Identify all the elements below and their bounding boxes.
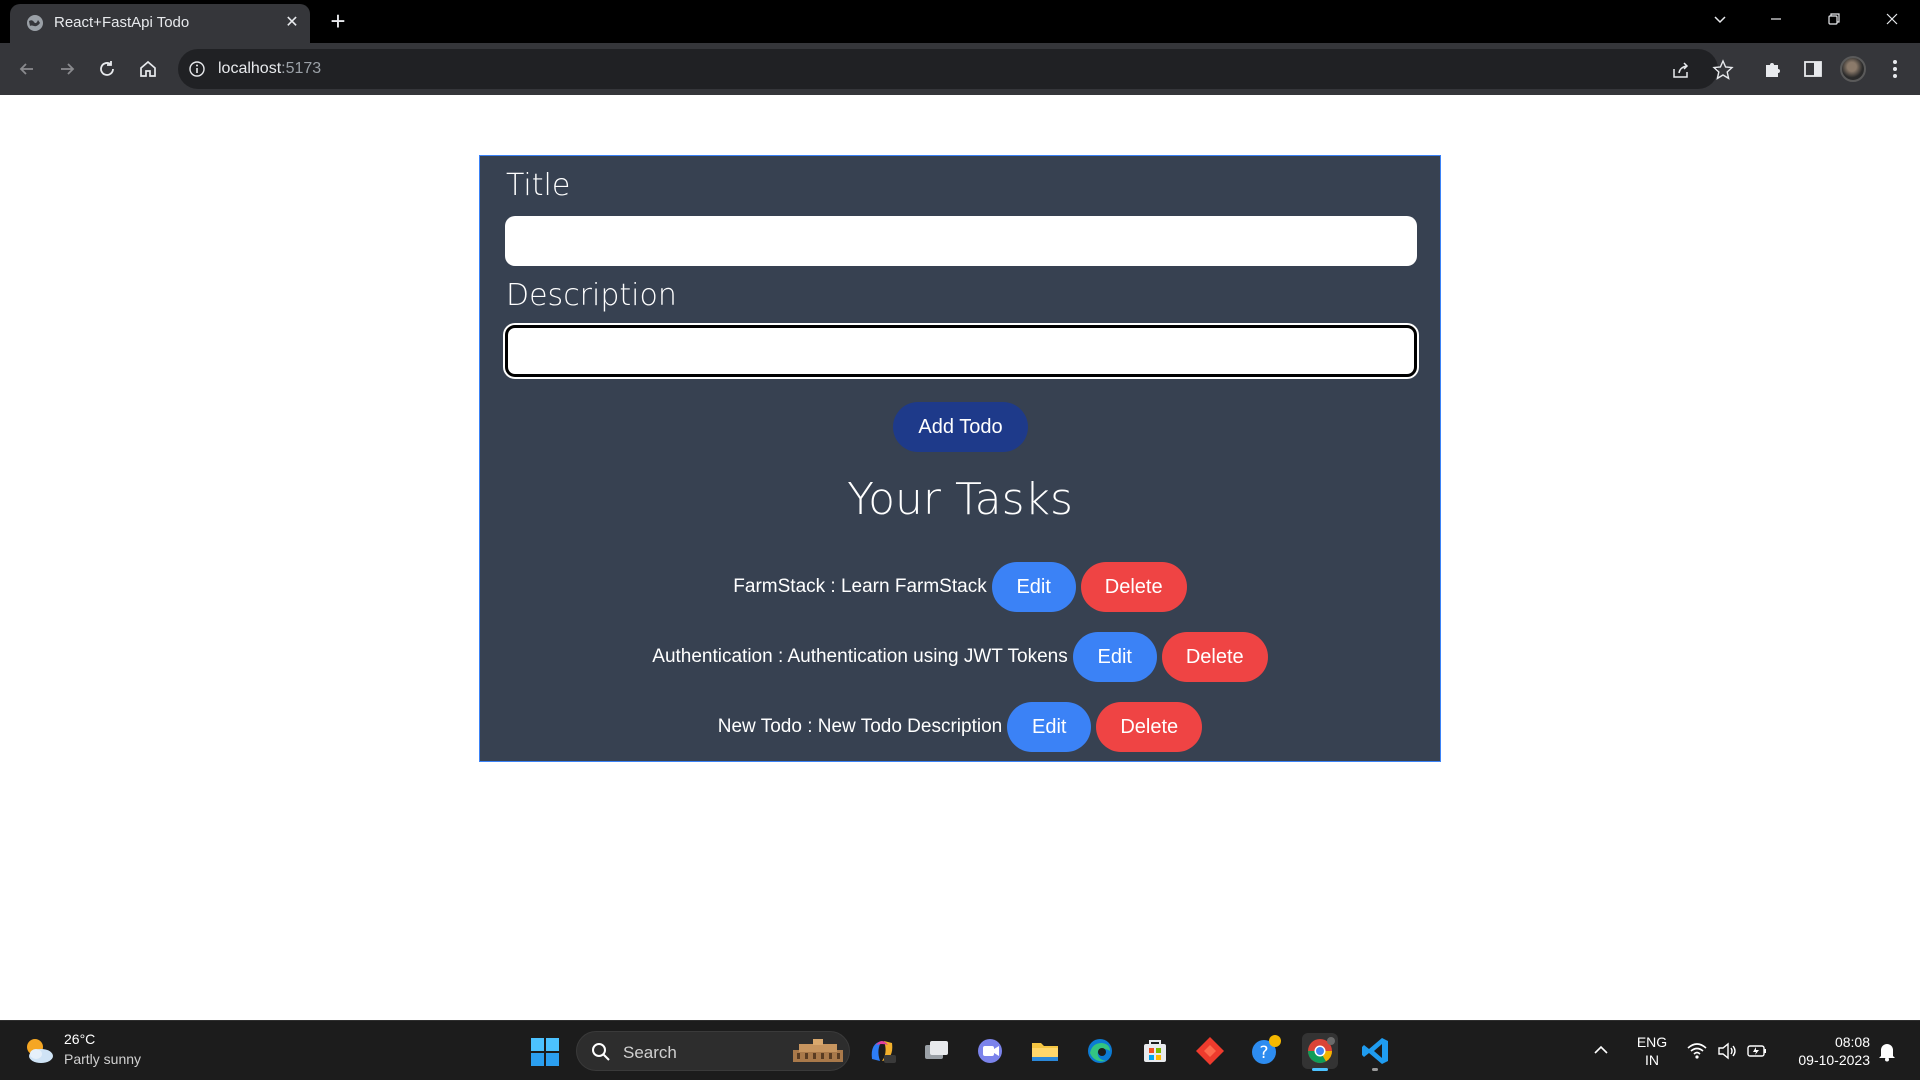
edit-button[interactable]: Edit — [1007, 702, 1092, 752]
chrome-icon[interactable] — [1302, 1033, 1338, 1071]
windows-taskbar: 26°C Partly sunny Search ? ENG IN 08:08 … — [0, 1020, 1920, 1080]
close-tab-icon[interactable]: ✕ — [280, 11, 304, 35]
anydesk-icon[interactable] — [1192, 1033, 1228, 1069]
tab-search-chevron-icon[interactable] — [1692, 0, 1748, 38]
language-indicator[interactable]: ENG IN — [1632, 1033, 1672, 1069]
search-highlight-icon — [793, 1039, 843, 1062]
vscode-icon[interactable] — [1357, 1033, 1393, 1071]
forward-arrow-icon[interactable] — [53, 55, 81, 83]
minimize-icon[interactable] — [1748, 0, 1804, 38]
close-window-icon[interactable] — [1864, 0, 1920, 38]
address-bar[interactable]: localhost:5173 — [178, 49, 1718, 89]
task-row: New Todo : New Todo Description Edit Del… — [480, 701, 1440, 753]
delete-button[interactable]: Delete — [1080, 562, 1187, 612]
volume-icon[interactable] — [1716, 1040, 1738, 1062]
get-help-icon[interactable]: ? — [1247, 1033, 1283, 1069]
clock-time: 08:08 — [1834, 1034, 1870, 1050]
microsoft-store-icon[interactable] — [1137, 1033, 1173, 1069]
edit-button[interactable]: Edit — [991, 562, 1076, 612]
add-todo-button[interactable]: Add Todo — [893, 402, 1028, 452]
wifi-icon[interactable] — [1686, 1040, 1708, 1062]
weather-temperature[interactable]: 26°C — [64, 1031, 95, 1047]
show-hidden-icons-chevron-icon[interactable] — [1590, 1039, 1612, 1061]
clock-date: 09-10-2023 — [1798, 1052, 1870, 1068]
browser-tab-strip: React+FastApi Todo ✕ + — [0, 0, 1920, 43]
kebab-menu-icon[interactable] — [1884, 58, 1906, 80]
home-icon[interactable] — [134, 55, 162, 83]
title-input[interactable] — [505, 216, 1417, 266]
browser-tab[interactable]: React+FastApi Todo ✕ — [10, 4, 310, 43]
reload-icon[interactable] — [93, 55, 121, 83]
system-clock[interactable]: 08:08 09-10-2023 — [1778, 1033, 1870, 1069]
region-code: IN — [1645, 1052, 1659, 1068]
profile-avatar[interactable] — [1840, 56, 1866, 82]
notification-bell-icon[interactable] — [1876, 1040, 1898, 1062]
active-app-indicator — [1312, 1068, 1328, 1071]
task-row: FarmStack : Learn FarmStack Edit Delete — [480, 561, 1440, 613]
task-view-icon[interactable] — [918, 1033, 954, 1069]
browser-toolbar: localhost:5173 — [0, 43, 1920, 95]
bookmark-star-icon[interactable] — [1712, 59, 1734, 81]
teams-chat-icon[interactable] — [972, 1033, 1008, 1069]
task-row: Authentication : Authentication using JW… — [480, 631, 1440, 683]
extensions-puzzle-icon[interactable] — [1762, 58, 1784, 80]
file-explorer-icon[interactable] — [1027, 1033, 1063, 1069]
restore-icon[interactable] — [1806, 0, 1862, 38]
site-info-icon[interactable] — [188, 60, 206, 78]
share-icon[interactable] — [1670, 59, 1692, 81]
language-code: ENG — [1636, 1034, 1668, 1050]
delete-button[interactable]: Delete — [1161, 632, 1268, 682]
battery-charging-icon[interactable] — [1746, 1040, 1768, 1062]
taskbar-search[interactable]: Search — [576, 1031, 850, 1071]
task-text: Authentication : Authentication using JW… — [652, 646, 1068, 667]
edge-browser-icon[interactable] — [1082, 1033, 1118, 1069]
back-arrow-icon[interactable] — [13, 55, 41, 83]
weather-description[interactable]: Partly sunny — [64, 1051, 141, 1067]
copilot-icon[interactable] — [864, 1033, 900, 1069]
windows-start-icon[interactable] — [530, 1037, 560, 1067]
todo-card: Title Description Add Todo Your Tasks Fa… — [479, 155, 1441, 762]
side-panel-icon[interactable] — [1802, 58, 1824, 80]
svg-text:?: ? — [1259, 1043, 1268, 1063]
description-label: Description — [506, 278, 677, 313]
task-text: New Todo : New Todo Description — [717, 716, 1003, 737]
edit-button[interactable]: Edit — [1072, 632, 1157, 682]
description-input[interactable] — [505, 325, 1417, 377]
partly-sunny-icon[interactable] — [22, 1034, 56, 1068]
search-icon — [592, 1043, 610, 1061]
tab-title: React+FastApi Todo — [54, 14, 190, 31]
globe-icon — [27, 15, 43, 31]
search-label: Search — [623, 1043, 677, 1062]
delete-button[interactable]: Delete — [1096, 702, 1203, 752]
running-app-indicator — [1372, 1068, 1378, 1071]
tasks-heading: Your Tasks — [847, 474, 1073, 525]
new-tab-button[interactable]: + — [323, 6, 353, 36]
title-label: Title — [506, 168, 571, 203]
task-text: FarmStack : Learn FarmStack — [733, 576, 987, 597]
url-text: localhost:5173 — [218, 60, 322, 77]
